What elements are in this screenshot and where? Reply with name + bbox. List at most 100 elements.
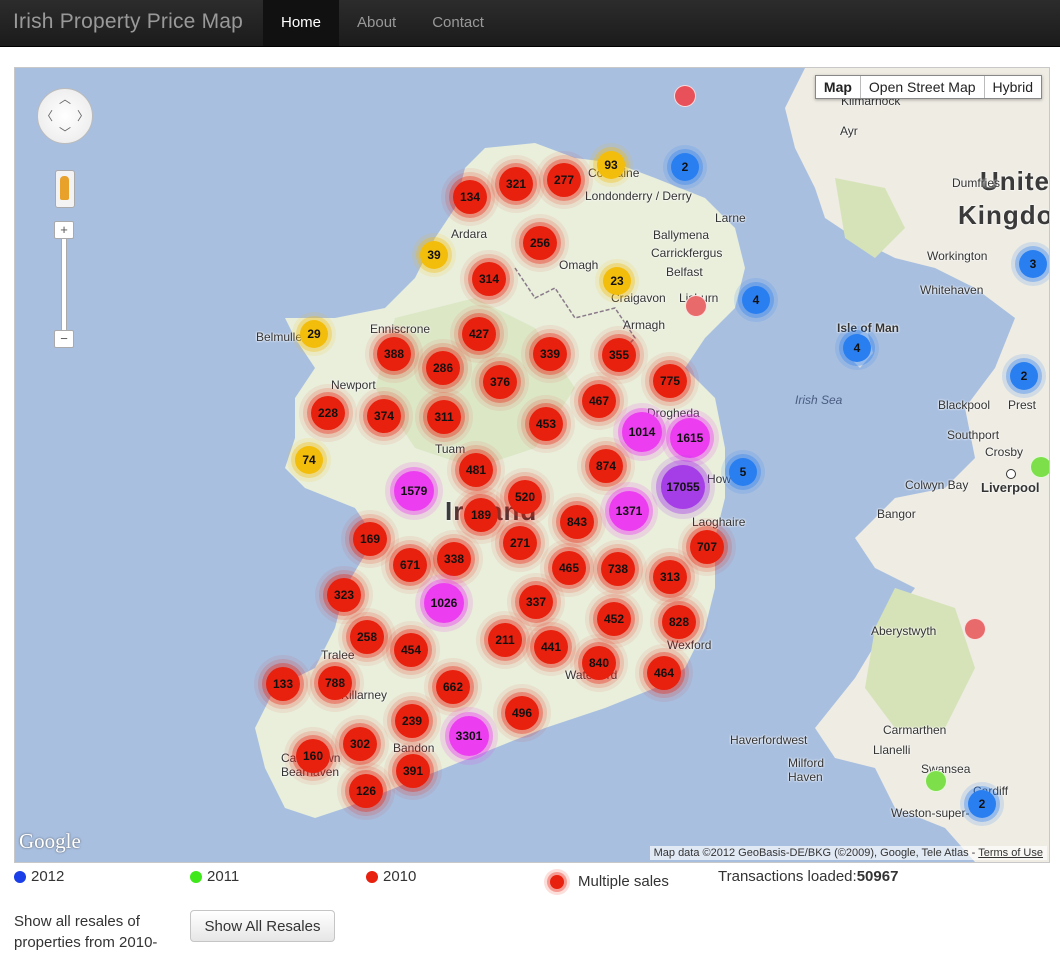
cluster-marker[interactable]: 133 (266, 667, 300, 701)
cluster-marker[interactable]: 126 (349, 774, 383, 808)
nav-about[interactable]: About (339, 0, 414, 46)
map-type-hybrid[interactable]: Hybrid (983, 76, 1041, 98)
google-logo[interactable]: Google (19, 829, 81, 854)
label-preston: Prest (1008, 398, 1037, 412)
cluster-marker[interactable]: 169 (353, 522, 387, 556)
cluster-marker[interactable]: 1615 (670, 418, 710, 458)
label-crosby: Crosby (985, 445, 1024, 459)
cluster-marker[interactable]: 271 (503, 526, 537, 560)
show-all-resales-button[interactable]: Show All Resales (190, 910, 335, 942)
pan-up-icon[interactable]: ︿ (59, 90, 71, 107)
map-type-map[interactable]: Map (816, 76, 860, 98)
label-haverfordwest: Haverfordwest (730, 733, 808, 747)
cluster-marker[interactable]: 3301 (449, 716, 489, 756)
cluster-marker[interactable]: 23 (603, 267, 631, 295)
pan-left-icon[interactable]: 〈 (41, 107, 53, 124)
cluster-marker[interactable]: 5 (729, 458, 757, 486)
cluster-marker[interactable]: 707 (690, 530, 724, 564)
zoom-in-button[interactable]: + (54, 221, 74, 239)
cluster-marker[interactable]: 313 (653, 560, 687, 594)
cluster-marker[interactable]: 17055 (661, 465, 705, 509)
cluster-marker[interactable]: 4 (742, 286, 770, 314)
cluster-marker[interactable]: 211 (488, 623, 522, 657)
cluster-marker[interactable]: 662 (436, 670, 470, 704)
nav-home[interactable]: Home (263, 0, 340, 46)
map-type-osm[interactable]: Open Street Map (859, 76, 984, 98)
cluster-marker[interactable]: 671 (393, 548, 427, 582)
nav-contact[interactable]: Contact (414, 0, 502, 46)
cluster-marker[interactable]: 388 (377, 337, 411, 371)
cluster-marker[interactable]: 874 (589, 449, 623, 483)
pan-down-icon[interactable]: ﹀ (59, 124, 71, 141)
cluster-marker[interactable]: 321 (499, 167, 533, 201)
cluster-marker[interactable]: 453 (529, 407, 563, 441)
cluster-marker[interactable]: 1371 (609, 491, 649, 531)
cluster-marker[interactable]: 454 (394, 633, 428, 667)
cluster-marker[interactable]: 355 (602, 338, 636, 372)
cluster-marker[interactable]: 93 (597, 151, 625, 179)
cluster-marker[interactable]: 189 (464, 498, 498, 532)
cluster-marker[interactable]: 4 (843, 334, 871, 362)
single-sale-marker[interactable] (1030, 456, 1049, 478)
cluster-marker[interactable]: 843 (560, 505, 594, 539)
cluster-marker[interactable]: 465 (552, 551, 586, 585)
map-canvas[interactable]: Ireland United Kingdom Irish Sea Isle of… (14, 67, 1050, 863)
legend-2012: 2012 (14, 868, 64, 885)
cluster-marker[interactable]: 3 (1019, 250, 1047, 278)
cluster-marker[interactable]: 441 (534, 630, 568, 664)
label-workington: Workington (927, 249, 988, 263)
cluster-marker[interactable]: 2 (968, 790, 996, 818)
single-sale-marker[interactable] (685, 295, 707, 317)
cluster-marker[interactable]: 258 (350, 620, 384, 654)
cluster-marker[interactable]: 337 (519, 585, 553, 619)
cluster-marker[interactable]: 496 (505, 696, 539, 730)
cluster-marker[interactable]: 256 (523, 226, 557, 260)
street-view-pegman-icon[interactable] (55, 170, 75, 208)
cluster-marker[interactable]: 2 (671, 153, 699, 181)
cluster-marker[interactable]: 464 (647, 656, 681, 690)
cluster-marker[interactable]: 467 (582, 384, 616, 418)
cluster-marker[interactable]: 323 (327, 578, 361, 612)
brand-title[interactable]: Irish Property Price Map (13, 10, 243, 34)
cluster-marker[interactable]: 828 (662, 605, 696, 639)
cluster-marker[interactable]: 427 (462, 317, 496, 351)
cluster-marker[interactable]: 39 (420, 241, 448, 269)
cluster-marker[interactable]: 374 (367, 399, 401, 433)
cluster-marker[interactable]: 239 (395, 704, 429, 738)
pan-control[interactable]: ︿ ﹀ 〈 〉 (37, 88, 93, 144)
cluster-marker[interactable]: 338 (437, 542, 471, 576)
cluster-marker[interactable]: 160 (296, 739, 330, 773)
cluster-marker[interactable]: 302 (343, 727, 377, 761)
cluster-marker[interactable]: 286 (426, 351, 460, 385)
cluster-marker[interactable]: 29 (300, 320, 328, 348)
legend-2012-dot-icon (14, 870, 26, 883)
cluster-marker[interactable]: 277 (547, 163, 581, 197)
cluster-marker[interactable]: 520 (508, 480, 542, 514)
cluster-marker[interactable]: 339 (533, 337, 567, 371)
cluster-marker[interactable]: 1014 (622, 412, 662, 452)
cluster-marker[interactable]: 1579 (394, 471, 434, 511)
zoom-handle[interactable]: − (54, 330, 74, 348)
cluster-marker[interactable]: 314 (472, 262, 506, 296)
single-sale-marker[interactable] (964, 618, 986, 640)
label-whitehaven: Whitehaven (920, 283, 984, 297)
cluster-marker[interactable]: 788 (318, 666, 352, 700)
cluster-marker[interactable]: 134 (453, 180, 487, 214)
cluster-marker[interactable]: 452 (597, 602, 631, 636)
terms-of-use-link[interactable]: Terms of Use (978, 847, 1043, 859)
single-sale-marker[interactable] (674, 85, 696, 107)
cluster-marker[interactable]: 2 (1010, 362, 1038, 390)
cluster-marker[interactable]: 391 (396, 754, 430, 788)
cluster-marker[interactable]: 738 (601, 552, 635, 586)
cluster-marker[interactable]: 376 (483, 365, 517, 399)
cluster-marker[interactable]: 74 (295, 446, 323, 474)
cluster-marker[interactable]: 311 (427, 400, 461, 434)
cluster-marker[interactable]: 1026 (424, 583, 464, 623)
cluster-marker[interactable]: 481 (459, 453, 493, 487)
pan-right-icon[interactable]: 〉 (77, 107, 89, 124)
cluster-marker[interactable]: 840 (582, 646, 616, 680)
label-weston: Weston-super- (891, 806, 970, 820)
single-sale-marker[interactable] (925, 770, 947, 792)
cluster-marker[interactable]: 775 (653, 364, 687, 398)
cluster-marker[interactable]: 228 (311, 396, 345, 430)
